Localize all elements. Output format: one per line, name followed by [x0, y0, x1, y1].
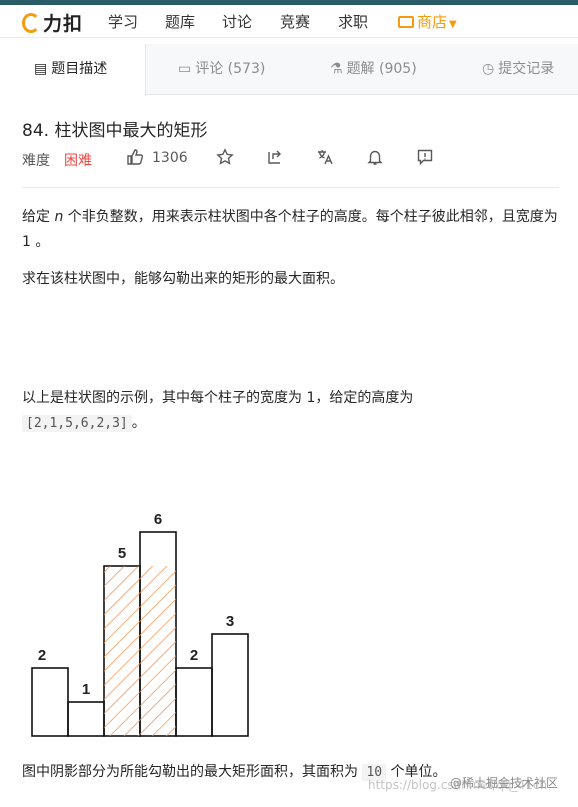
header-divider: [22, 187, 559, 188]
star-icon[interactable]: [216, 148, 234, 170]
nav-item-contest[interactable]: 竞赛: [280, 11, 310, 32]
p1-pre: 给定: [22, 209, 55, 225]
bell-icon[interactable]: [366, 148, 384, 170]
bar-value-label-5: 3: [226, 613, 234, 630]
share-icon[interactable]: [266, 148, 284, 170]
tab-comments[interactable]: ▭ 评论 (573): [178, 44, 265, 95]
watermark-community: @稀土掘金技术社区: [450, 776, 559, 790]
nav-item-jobs[interactable]: 求职: [338, 11, 368, 32]
description-paragraph-1: 给定 n 个非负整数，用来表示柱状图中各个柱子的高度。每个柱子彼此相邻，且宽度为…: [22, 205, 562, 255]
difficulty-label: 难度: [22, 153, 50, 169]
nav-item-problems[interactable]: 题库: [165, 11, 195, 32]
like-count: 1306: [152, 150, 188, 166]
max-rectangle-highlight: [104, 566, 176, 736]
leetcode-logo-icon: [22, 13, 40, 33]
bar-value-label-2: 5: [118, 545, 126, 562]
bar-value-label-3: 6: [154, 511, 162, 528]
tab-comments-label: 评论 (573): [195, 61, 266, 77]
p1-post: 个非负整数，用来表示柱状图中各个柱子的高度。每个柱子彼此相邻，且宽度为 1 。: [22, 209, 558, 250]
difficulty-badge: 困难: [64, 153, 92, 169]
heights-code: [2,1,5,6,2,3]: [22, 415, 132, 432]
flask-icon: ⚗: [330, 61, 343, 77]
description-paragraph-3: 以上是柱状图的示例，其中每个柱子的宽度为 1，给定的高度为 [2,1,5,6,2…: [22, 386, 452, 436]
top-nav: 力扣 学习 题库 讨论 竞赛 求职 商店 ▼: [0, 0, 578, 38]
clock-icon: ◷: [482, 61, 495, 77]
tab-submissions[interactable]: ◷ 提交记录: [482, 44, 554, 95]
p3-post: 。: [131, 415, 146, 431]
histogram-bar-4: [175, 667, 213, 737]
feedback-icon[interactable]: [416, 148, 434, 170]
p4-pre: 图中阴影部分为所能勾勒出的最大矩形面积，其面积为: [22, 764, 363, 780]
p1-variable: n: [54, 209, 64, 225]
tab-solutions[interactable]: ⚗ 题解 (905): [330, 44, 417, 95]
nav-item-discuss[interactable]: 讨论: [222, 11, 252, 32]
description-icon: ▤: [34, 61, 48, 77]
translate-icon[interactable]: [316, 148, 334, 170]
logo[interactable]: 力扣: [22, 9, 83, 36]
comment-icon: ▭: [178, 61, 192, 77]
tab-description[interactable]: ▤ 题目描述: [0, 44, 146, 96]
chevron-down-icon: ▼: [449, 19, 457, 30]
histogram-chart: 2 1 5 6 2 3: [31, 511, 249, 737]
histogram-bar-1: [67, 701, 105, 737]
p3-pre: 以上是柱状图的示例，其中每个柱子的宽度为 1，给定的高度为: [22, 390, 414, 406]
tab-description-label: 题目描述: [51, 61, 108, 77]
nav-item-shop[interactable]: 商店 ▼: [398, 11, 457, 32]
nav-item-learn[interactable]: 学习: [108, 11, 138, 32]
histogram-bar-5: [211, 633, 249, 737]
bar-value-label-1: 1: [82, 681, 90, 698]
thumbs-up-icon[interactable]: [126, 148, 144, 170]
tab-submissions-label: 提交记录: [498, 61, 555, 77]
bar-value-label-0: 2: [38, 647, 46, 664]
histogram-bar-0: [31, 667, 69, 737]
problem-title: 84. 柱状图中最大的矩形: [22, 121, 208, 141]
logo-text: 力扣: [43, 13, 84, 35]
nav-shop-label: 商店: [417, 13, 448, 31]
shop-icon: [398, 16, 414, 28]
tab-solutions-label: 题解 (905): [346, 61, 417, 77]
bar-value-label-4: 2: [190, 647, 198, 664]
description-paragraph-2: 求在该柱状图中，能够勾勒出来的矩形的最大面积。: [22, 271, 344, 287]
problem-tabs: ▤ 题目描述 ▭ 评论 (573) ⚗ 题解 (905) ◷ 提交记录: [0, 44, 578, 96]
